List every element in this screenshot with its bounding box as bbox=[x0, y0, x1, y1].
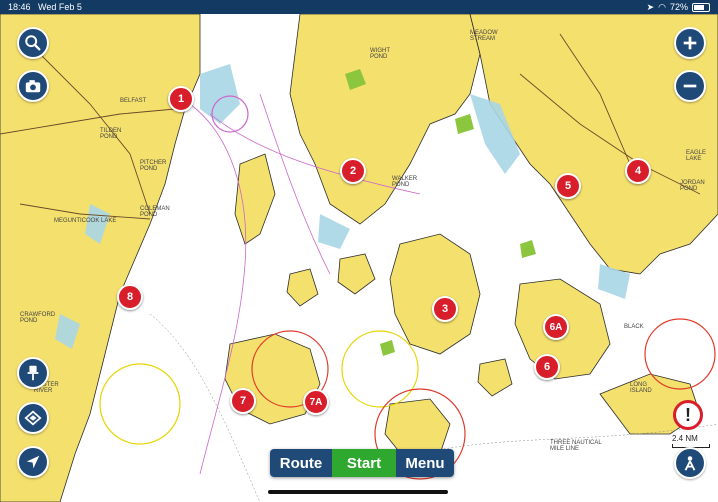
place-label-4: MEGUNTICOOK LAKE bbox=[54, 218, 117, 224]
waypoint-marker-2[interactable]: 2 bbox=[340, 158, 366, 184]
layers-icon bbox=[24, 410, 42, 426]
plus-icon bbox=[683, 36, 697, 50]
location-services-icon: ➤ bbox=[646, 1, 655, 12]
pushpin-button[interactable] bbox=[17, 357, 49, 389]
place-label-0: BELFAST bbox=[120, 98, 147, 104]
place-label-5: CRAWFORD POND bbox=[20, 312, 56, 324]
place-label-10: EAGLE LAKE bbox=[686, 150, 707, 162]
waypoint-marker-7[interactable]: 7 bbox=[230, 388, 256, 414]
location-arrow-icon bbox=[26, 455, 40, 469]
status-bar: 18:46 Wed Feb 5 ➤ ◠ 72% bbox=[0, 0, 718, 14]
place-label-12: BLACK bbox=[624, 324, 644, 330]
camera-icon bbox=[25, 80, 41, 93]
scale-label: 2.4 NM bbox=[672, 434, 698, 443]
status-right: ➤ ◠ 72% bbox=[647, 2, 710, 13]
place-label-14: THREE NAUTICAL MILE LINE bbox=[550, 440, 602, 452]
place-label-8: MEADOW STREAM bbox=[470, 30, 498, 42]
wifi-icon: ◠ bbox=[658, 1, 666, 12]
place-label-13: LONG ISLAND bbox=[630, 382, 652, 394]
waypoint-marker-5[interactable]: 5 bbox=[555, 173, 581, 199]
status-date: Wed Feb 5 bbox=[38, 2, 82, 12]
profile-button[interactable] bbox=[674, 447, 706, 479]
place-label-11: JORDAN POND bbox=[680, 180, 705, 192]
bottom-toolbar: Route Start Menu bbox=[270, 449, 454, 477]
waypoint-marker-8[interactable]: 8 bbox=[117, 284, 143, 310]
start-button[interactable]: Start bbox=[332, 449, 396, 477]
battery-percent: 72% bbox=[669, 2, 688, 12]
zoom-in-button[interactable] bbox=[674, 27, 706, 59]
search-icon bbox=[25, 35, 41, 51]
alert-button[interactable]: ! bbox=[673, 400, 703, 430]
zoom-out-button[interactable] bbox=[674, 70, 706, 102]
waypoint-marker-4[interactable]: 4 bbox=[625, 158, 651, 184]
compass-person-icon bbox=[684, 456, 696, 471]
scale-indicator: 2.4 NM bbox=[672, 434, 710, 448]
waypoint-marker-1[interactable]: 1 bbox=[168, 86, 194, 112]
waypoint-marker-3[interactable]: 3 bbox=[432, 296, 458, 322]
nautical-chart[interactable] bbox=[0, 14, 718, 502]
place-label-2: PITCHER POND bbox=[140, 160, 167, 172]
waypoint-marker-7a[interactable]: 7A bbox=[303, 389, 329, 415]
place-label-7: WIGHT POND bbox=[370, 48, 390, 60]
minus-icon bbox=[683, 84, 697, 88]
menu-button[interactable]: Menu bbox=[396, 449, 454, 477]
camera-button[interactable] bbox=[17, 70, 49, 102]
status-left: 18:46 Wed Feb 5 bbox=[8, 2, 82, 12]
search-button[interactable] bbox=[17, 27, 49, 59]
pushpin-icon bbox=[27, 365, 39, 381]
place-label-3: COLEMAN POND bbox=[140, 206, 170, 218]
route-button[interactable]: Route bbox=[270, 449, 332, 477]
exclamation-icon: ! bbox=[685, 404, 691, 425]
battery-fill bbox=[694, 4, 704, 10]
waypoint-marker-6[interactable]: 6 bbox=[534, 354, 560, 380]
place-label-9: WALKER POND bbox=[392, 176, 418, 188]
layers-button[interactable] bbox=[17, 402, 49, 434]
status-time: 18:46 bbox=[8, 2, 31, 12]
battery-icon bbox=[692, 2, 710, 12]
waypoint-marker-6a[interactable]: 6A bbox=[543, 314, 569, 340]
home-indicator[interactable] bbox=[268, 490, 448, 494]
locate-button[interactable] bbox=[17, 446, 49, 478]
place-label-1: TILDEN POND bbox=[100, 128, 122, 140]
